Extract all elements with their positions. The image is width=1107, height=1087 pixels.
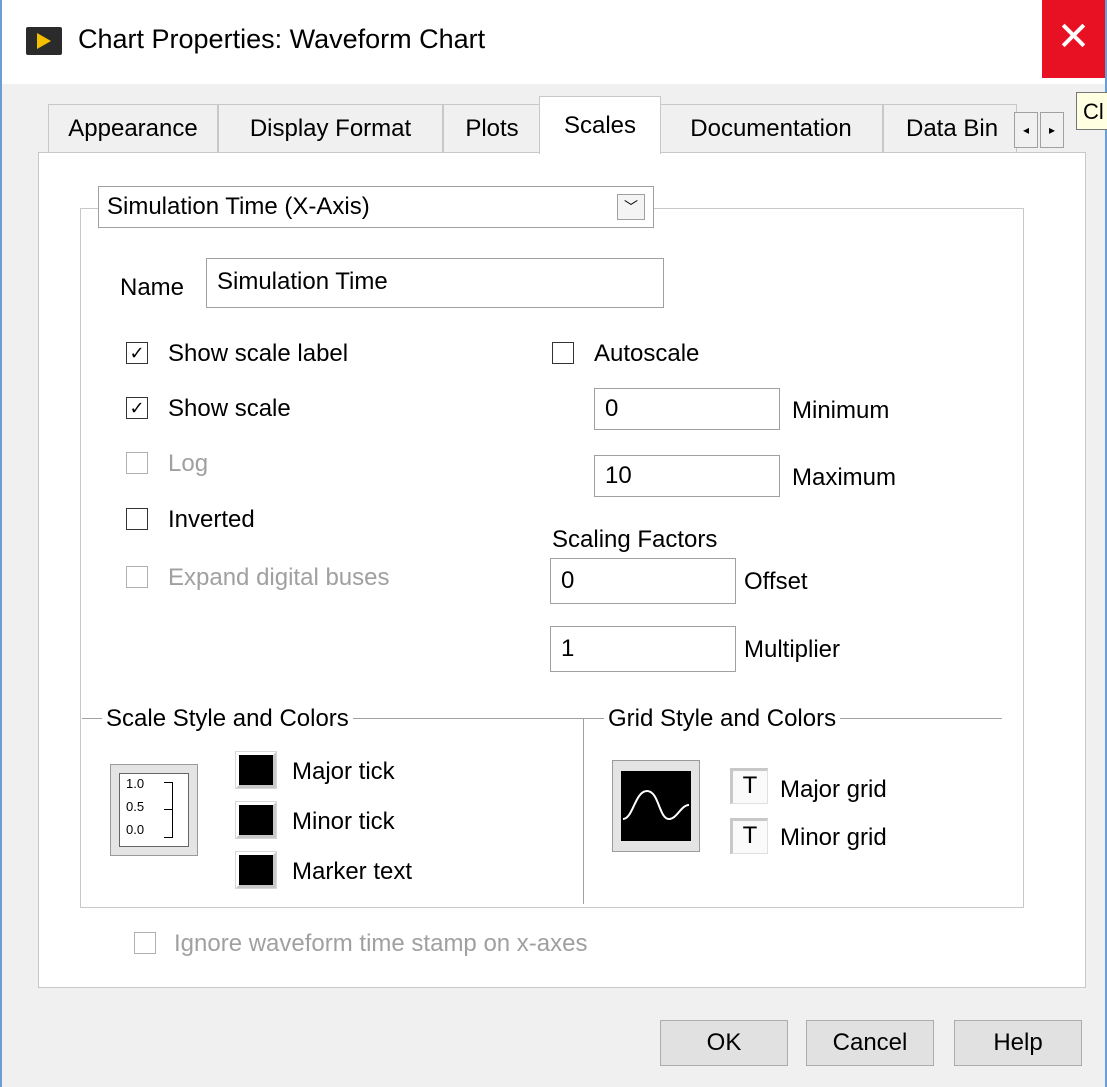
marker-text-label: Marker text bbox=[292, 858, 413, 885]
labview-app-icon bbox=[26, 27, 62, 55]
maximum-input[interactable]: 10 bbox=[594, 455, 780, 497]
style-section-vertical-divider bbox=[583, 718, 584, 904]
scale-style-icon[interactable]: 1.0 0.5 0.0 bbox=[110, 764, 198, 856]
scale-axis-line bbox=[172, 782, 173, 838]
multiplier-input[interactable]: 1 bbox=[550, 626, 736, 672]
minimum-input[interactable]: 0 bbox=[594, 388, 780, 430]
show-scale-label-checkbox[interactable]: ✓ bbox=[126, 342, 148, 364]
ok-button[interactable]: OK bbox=[660, 1020, 788, 1066]
expand-digital-buses-checkbox bbox=[126, 566, 148, 588]
close-button[interactable]: ✕ bbox=[1042, 0, 1105, 78]
tab-scroll-left-icon[interactable]: ◂ bbox=[1014, 112, 1038, 148]
autoscale-checkbox[interactable] bbox=[552, 342, 574, 364]
major-grid-style-swatch[interactable]: T bbox=[730, 768, 768, 804]
grid-style-preview bbox=[621, 771, 691, 841]
tab-scales[interactable]: Scales bbox=[539, 96, 661, 154]
tick-label-2: 0.5 bbox=[126, 799, 145, 814]
scaling-factors-title: Scaling Factors bbox=[552, 526, 718, 553]
tick-label-3: 0.0 bbox=[126, 822, 145, 837]
major-tick-label: Major tick bbox=[292, 758, 395, 785]
major-tick-color-swatch[interactable] bbox=[235, 751, 277, 789]
dialog-window: Chart Properties: Waveform Chart ✕ Cl Ap… bbox=[0, 0, 1107, 1087]
scale-style-title: Scale Style and Colors bbox=[102, 705, 353, 733]
tab-documentation[interactable]: Documentation bbox=[659, 104, 883, 152]
show-scale-checkbox[interactable]: ✓ bbox=[126, 397, 148, 419]
minimum-label: Minimum bbox=[792, 397, 890, 424]
multiplier-label: Multiplier bbox=[744, 636, 841, 663]
grid-style-title: Grid Style and Colors bbox=[604, 705, 841, 733]
name-input[interactable]: Simulation Time bbox=[206, 258, 664, 308]
log-label: Log bbox=[168, 450, 209, 477]
window-title: Chart Properties: Waveform Chart bbox=[78, 24, 486, 54]
axis-select-value: Simulation Time (X-Axis) bbox=[107, 193, 370, 220]
tab-appearance[interactable]: Appearance bbox=[48, 104, 218, 152]
offset-input[interactable]: 0 bbox=[550, 558, 736, 604]
waveform-icon bbox=[622, 789, 690, 821]
chevron-down-icon[interactable]: ﹀ bbox=[617, 194, 645, 220]
tab-scroll-right-icon[interactable]: ▸ bbox=[1040, 112, 1064, 148]
scale-major-tick bbox=[164, 809, 172, 810]
scale-style-preview: 1.0 0.5 0.0 bbox=[119, 773, 189, 847]
tab-data-binding[interactable]: Data Bin bbox=[883, 104, 1017, 152]
name-label: Name bbox=[120, 274, 185, 301]
log-checkbox bbox=[126, 452, 148, 474]
title-bar: Chart Properties: Waveform Chart ✕ bbox=[2, 0, 1105, 84]
help-button[interactable]: Help bbox=[954, 1020, 1082, 1066]
scale-major-tick bbox=[164, 782, 172, 783]
axis-select[interactable]: Simulation Time (X-Axis) ﹀ bbox=[98, 186, 654, 228]
inverted-label: Inverted bbox=[168, 506, 255, 533]
tick-label-1: 1.0 bbox=[126, 776, 145, 791]
autoscale-label: Autoscale bbox=[594, 340, 700, 367]
offset-label: Offset bbox=[744, 568, 808, 595]
minor-grid-style-swatch[interactable]: T bbox=[730, 818, 768, 854]
scale-major-tick bbox=[164, 837, 172, 838]
minor-tick-color-swatch[interactable] bbox=[235, 801, 277, 839]
tooltip: Cl bbox=[1076, 92, 1107, 130]
minor-tick-label: Minor tick bbox=[292, 808, 395, 835]
ignore-timestamp-label: Ignore waveform time stamp on x-axes bbox=[174, 930, 588, 957]
show-scale-label: Show scale bbox=[168, 395, 291, 422]
ignore-timestamp-checkbox bbox=[134, 932, 156, 954]
tab-plots[interactable]: Plots bbox=[443, 104, 541, 152]
maximum-label: Maximum bbox=[792, 464, 897, 491]
cancel-button[interactable]: Cancel bbox=[806, 1020, 934, 1066]
show-scale-label-label: Show scale label bbox=[168, 340, 349, 367]
inverted-checkbox[interactable] bbox=[126, 508, 148, 530]
grid-style-icon[interactable] bbox=[612, 760, 700, 852]
tab-display-format[interactable]: Display Format bbox=[218, 104, 443, 152]
marker-text-color-swatch[interactable] bbox=[235, 851, 277, 889]
major-grid-label: Major grid bbox=[780, 776, 887, 803]
minor-grid-label: Minor grid bbox=[780, 824, 887, 851]
expand-digital-buses-label: Expand digital buses bbox=[168, 564, 390, 591]
